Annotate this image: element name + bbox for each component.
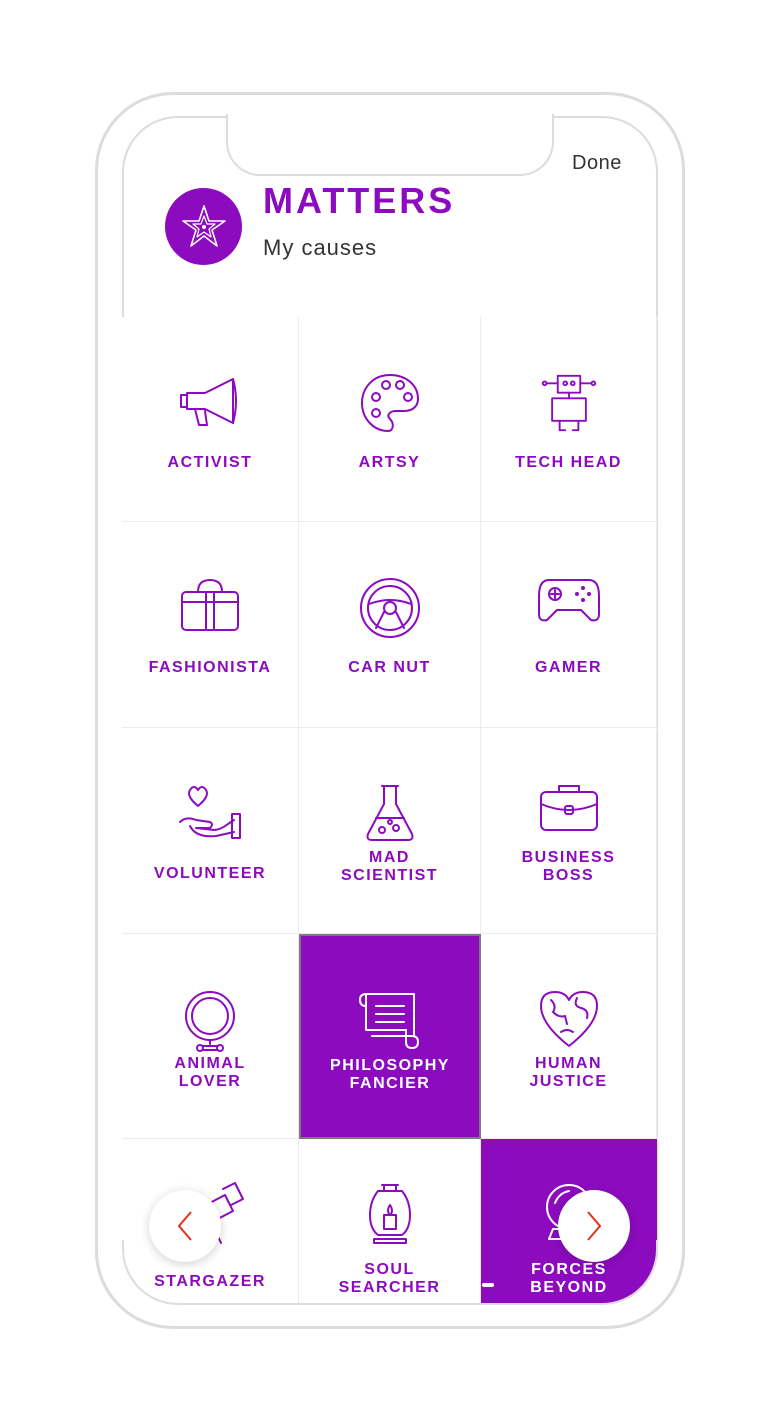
done-button[interactable]: Done [572,152,622,175]
app-brand-title: MATTERS [263,180,456,221]
steering-wheel-icon [358,576,422,645]
chevron-right-icon [587,1211,602,1241]
cause-tile-fashionista[interactable]: FASHIONISTA [122,522,299,728]
cause-tile-business-boss[interactable]: BUSINESS BOSS [481,728,657,934]
prev-button[interactable] [149,1190,221,1262]
cause-label: ARTSY [358,454,421,471]
robot-icon [539,371,599,440]
heart-hand-icon [176,782,244,847]
scroll-icon [356,990,424,1055]
cause-label: VOLUNTEER [153,865,267,882]
cause-tile-philosophy-fancier[interactable]: PHILOSOPHY FANCIER [299,934,481,1139]
cause-label: MAD SCIENTIST [340,849,439,884]
cause-label: GAMER [534,659,603,676]
star-icon [181,204,226,247]
cause-label: PHILOSOPHY FANCIER [330,1057,450,1092]
cause-tile-car-nut[interactable]: CAR NUT [299,522,481,728]
handbag-icon [176,576,244,641]
cause-tile-tech-head[interactable]: TECH HEAD [481,317,657,522]
cause-label: FASHIONISTA [148,659,272,676]
briefcase-icon [537,782,601,839]
cause-label: TECH HEAD [515,454,622,471]
heart-globe-icon [537,988,601,1053]
cause-label: BUSINESS BOSS [521,849,616,884]
phone-notch [226,114,554,176]
cause-tile-human-justice[interactable]: HUMAN JUSTICE [481,934,657,1139]
cause-tile-activist[interactable]: ACTIVIST [122,317,299,522]
gamepad-icon [535,576,603,629]
cause-tile-animal-lover[interactable]: ANIMAL LOVER [122,934,299,1139]
cause-tile-mad-scientist[interactable]: MAD SCIENTIST [299,728,481,934]
chevron-left-icon [177,1211,192,1241]
cause-label: CAR NUT [348,659,431,676]
pet-tag-icon [182,988,238,1059]
next-button[interactable] [558,1190,630,1262]
megaphone-icon [175,371,245,436]
cause-label: HUMAN JUSTICE [529,1055,608,1090]
cause-label: ACTIVIST [167,454,253,471]
cause-label: ANIMAL LOVER [174,1055,246,1090]
cause-tile-gamer[interactable]: GAMER [481,522,657,728]
cause-tile-volunteer[interactable]: VOLUNTEER [122,728,299,934]
logo-badge [165,188,242,265]
page-subtitle: My causes [263,235,378,260]
palette-icon [358,371,422,440]
scroll-indicator [482,1283,494,1287]
cause-tile-artsy[interactable]: ARTSY [299,317,481,522]
flask-icon [362,782,418,847]
